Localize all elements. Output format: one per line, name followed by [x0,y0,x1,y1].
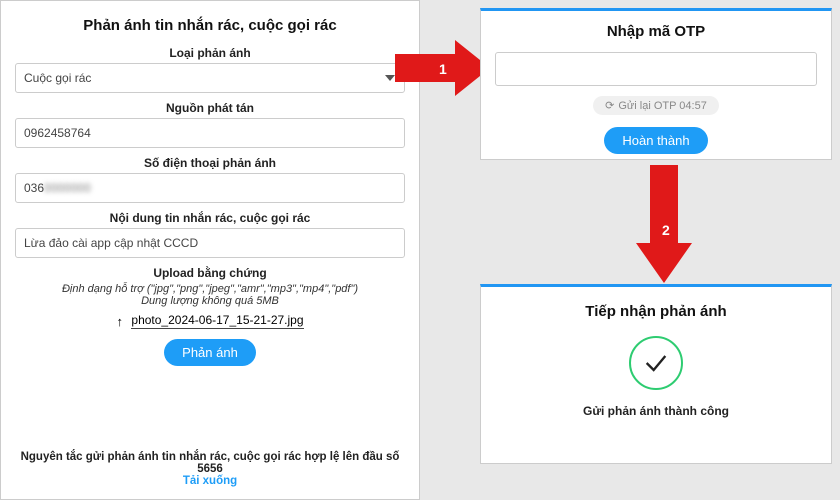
source-label: Nguồn phát tán [15,101,405,115]
upload-filename: photo_2024-06-17_15-21-27.jpg [131,313,303,329]
success-title: Tiếp nhận phản ánh [495,303,817,320]
footer: Nguyên tắc gửi phản ánh tin nhắn rác, cu… [15,451,405,487]
content-label: Nội dung tin nhắn rác, cuộc gọi rác [15,211,405,225]
step-badge-2: 2 [654,219,678,241]
footer-note: Nguyên tắc gửi phản ánh tin nhắn rác, cu… [15,451,405,475]
otp-title: Nhập mã OTP [495,23,817,40]
upload-icon: ↑ [116,314,123,329]
submit-button[interactable]: Phản ánh [164,339,256,366]
source-input[interactable] [15,118,405,148]
upload-hint-formats: Định dạng hỗ trợ ("jpg","png","jpeg","am… [15,283,405,295]
content-input[interactable] [15,228,405,258]
step-badge-1: 1 [431,58,455,80]
reporter-input[interactable]: 0360000000 [15,173,405,203]
type-label: Loại phản ánh [15,46,405,60]
success-message: Gửi phản ánh thành công [495,404,817,418]
reporter-hidden: 0000000 [44,181,91,195]
download-link[interactable]: Tải xuống [183,475,237,487]
upload-file-row[interactable]: ↑ photo_2024-06-17_15-21-27.jpg [15,311,405,329]
resend-wrap: ⟳ Gửi lại OTP 04:57 [495,96,817,123]
otp-input[interactable] [495,52,817,86]
type-select-wrap: Cuộc gọi rác [15,63,405,101]
otp-panel: Nhập mã OTP ⟳ Gửi lại OTP 04:57 Hoàn thàn… [480,8,832,160]
success-check-icon [629,336,683,390]
reporter-label: Số điện thoại phản ánh [15,156,405,170]
step-arrow-1: 1 [395,40,490,101]
step-arrow-2: 2 [636,165,692,288]
type-select[interactable]: Cuộc gọi rác [15,63,405,93]
upload-label: Upload bằng chứng [15,266,405,280]
otp-done-button[interactable]: Hoàn thành [604,127,707,154]
resend-label: Gửi lại OTP 04:57 [618,100,706,112]
upload-hint-size: Dung lượng không quá 5MB [15,295,405,307]
resend-otp-button[interactable]: ⟳ Gửi lại OTP 04:57 [593,96,719,115]
form-title: Phản ánh tin nhắn rác, cuộc gọi rác [15,17,405,34]
report-form-panel: Phản ánh tin nhắn rác, cuộc gọi rác Loại… [0,0,420,500]
submit-wrap: Phản ánh [15,339,405,366]
success-panel: Tiếp nhận phản ánh Gửi phản ánh thành cô… [480,284,832,464]
refresh-icon: ⟳ [605,100,614,112]
reporter-prefix: 036 [24,181,44,195]
